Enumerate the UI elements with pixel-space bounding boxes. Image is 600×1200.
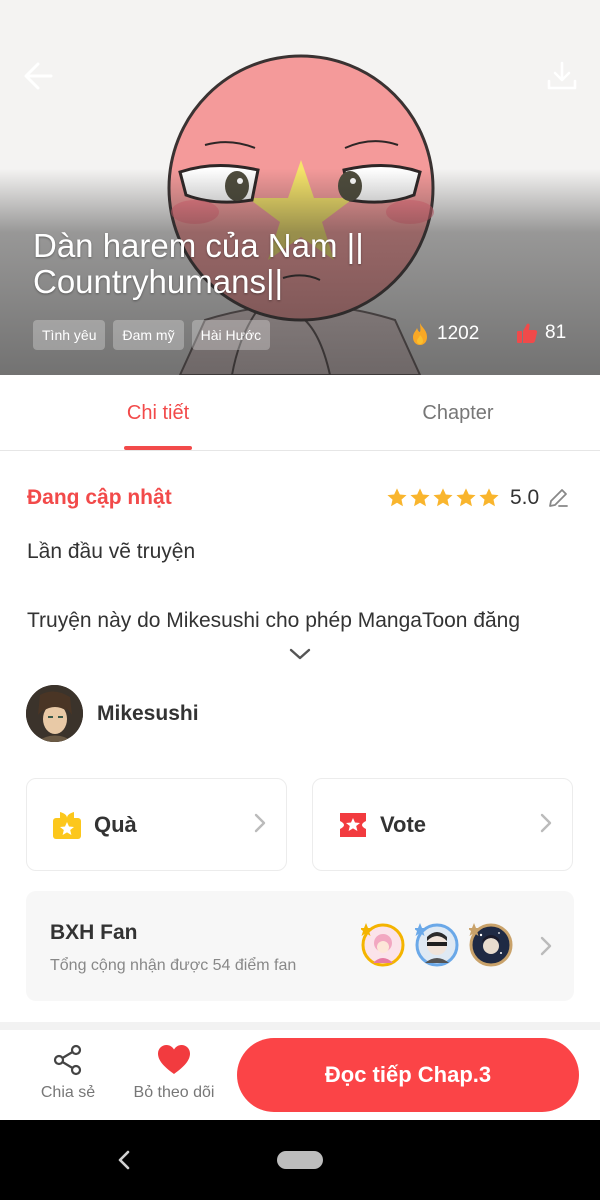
download-icon — [547, 61, 577, 90]
author-name: Mikesushi — [97, 701, 199, 725]
arrow-left-icon — [24, 62, 53, 90]
rate-button[interactable] — [547, 487, 569, 509]
vote-label: Vote — [380, 811, 427, 837]
views-count: 1202 — [437, 323, 480, 344]
tab-details[interactable]: Chi tiết — [98, 375, 218, 451]
comic-title: Dàn harem của Nam || Countryhumans|| — [33, 227, 364, 300]
genre-tag[interactable]: Tình yêu — [33, 320, 106, 350]
cover-header: Dàn harem của Nam || Countryhumans|| Tìn… — [0, 0, 600, 375]
system-back-button[interactable] — [110, 1146, 138, 1174]
thumbs-up-icon — [517, 323, 538, 343]
chevron-left-icon — [118, 1150, 130, 1170]
genre-tag[interactable]: Hài Hước — [191, 320, 271, 350]
fan-ranking-card[interactable]: BXH Fan Tổng cộng nhận được 54 điểm fan — [26, 891, 574, 1001]
tab-bar: Chi tiết Chapter — [0, 375, 600, 451]
chevron-right-icon — [540, 936, 552, 956]
rating: 5.0 — [386, 486, 569, 510]
chevron-right-icon — [254, 813, 266, 833]
fan-points-text: Tổng cộng nhận được 54 điểm fan — [50, 957, 297, 974]
gift-card[interactable]: Quà — [26, 778, 287, 871]
star-icon — [456, 488, 476, 507]
author-avatar — [26, 685, 83, 742]
genre-tags: Tình yêu Đam mỹ Hài Hước — [33, 320, 271, 350]
rating-value: 5.0 — [510, 486, 540, 509]
fan-avatar — [359, 923, 405, 967]
top-fans — [359, 923, 513, 967]
fan-ranking-title: BXH Fan — [50, 921, 138, 944]
bottom-action-bar: Chia sẻ Bỏ theo dõi Đọc tiếp Chap.3 — [0, 1030, 600, 1120]
section-divider — [0, 1022, 600, 1030]
star-icon — [387, 488, 407, 507]
star-icon — [479, 488, 499, 507]
cover-gradient — [0, 0, 600, 375]
share-icon — [53, 1044, 82, 1076]
active-tab-indicator — [124, 446, 192, 450]
unfollow-label: Bỏ theo dõi — [133, 1084, 215, 1101]
fire-icon — [413, 323, 427, 345]
description-line: Truyện này do Mikesushi cho phép MangaTo… — [27, 609, 521, 632]
vote-card[interactable]: Vote — [312, 778, 573, 871]
fan-avatar — [413, 923, 459, 967]
genre-tag[interactable]: Đam mỹ — [113, 320, 184, 350]
expand-description-button[interactable] — [284, 640, 316, 668]
back-button[interactable] — [18, 56, 58, 96]
description-line: Lần đầu vẽ truyện — [27, 540, 196, 563]
likes-stat: 81 — [516, 322, 566, 344]
chevron-right-icon — [540, 813, 552, 833]
chevron-down-icon — [289, 648, 311, 660]
star-icon — [433, 488, 453, 507]
likes-count: 81 — [545, 322, 567, 343]
download-button[interactable] — [542, 56, 582, 96]
share-label: Chia sẻ — [40, 1084, 96, 1101]
system-nav-bar — [0, 1120, 600, 1200]
author-row[interactable]: Mikesushi — [26, 685, 199, 742]
share-button[interactable]: Chia sẻ — [34, 1044, 102, 1102]
system-home-button[interactable] — [277, 1151, 323, 1169]
unfollow-button[interactable]: Bỏ theo dõi — [126, 1044, 222, 1102]
star-icon — [410, 488, 430, 507]
gift-label: Quà — [94, 811, 137, 837]
update-status: Đang cập nhật — [27, 486, 172, 509]
pencil-icon — [549, 489, 569, 507]
fan-avatar — [467, 923, 513, 967]
tab-chapter[interactable]: Chapter — [398, 375, 518, 451]
heart-icon — [158, 1045, 190, 1074]
ticket-icon — [338, 810, 368, 840]
continue-reading-button[interactable]: Đọc tiếp Chap.3 — [237, 1038, 579, 1112]
views-stat: 1202 — [410, 322, 479, 346]
gift-icon — [52, 810, 82, 840]
rating-stars — [386, 487, 500, 509]
